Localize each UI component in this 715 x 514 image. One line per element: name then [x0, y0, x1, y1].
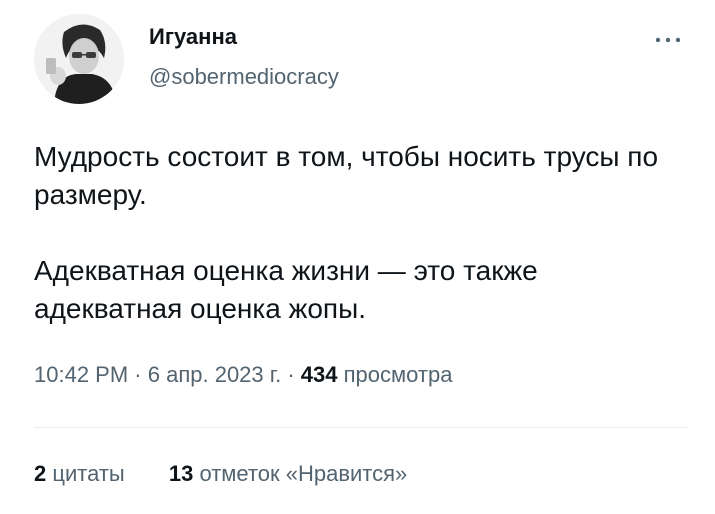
- likes-link[interactable]: 13 отметок «Нравится»: [169, 461, 407, 487]
- tweet-stats: 2 цитаты 13 отметок «Нравится»: [34, 461, 407, 487]
- tweet: Игуанна @sobermediocracy Мудрость состои…: [0, 0, 715, 514]
- tweet-time[interactable]: 10:42 PM: [34, 362, 128, 387]
- quotes-link[interactable]: 2 цитаты: [34, 461, 125, 487]
- tweet-paragraph: Мудрость состоит в том, чтобы носить тру…: [34, 141, 659, 210]
- likes-label: отметок «Нравится»: [199, 461, 408, 486]
- divider: [34, 427, 688, 428]
- display-name[interactable]: Игуанна: [149, 24, 237, 50]
- likes-count: 13: [168, 461, 194, 486]
- tweet-date[interactable]: 6 апр. 2023 г.: [148, 362, 281, 387]
- meta-separator: ·: [134, 362, 142, 387]
- more-horizontal-icon: [655, 37, 681, 43]
- views-label: просмотра: [343, 362, 453, 387]
- tweet-paragraph: Адекватная оценка жизни — это также адек…: [34, 255, 538, 324]
- meta-separator: ·: [287, 362, 295, 387]
- quotes-label: цитаты: [52, 461, 125, 486]
- quotes-count: 2: [34, 461, 47, 486]
- more-options-button[interactable]: [648, 26, 688, 54]
- tweet-meta: 10:42 PM · 6 апр. 2023 г. · 434 просмотр…: [34, 362, 452, 388]
- views-count: 434: [300, 362, 338, 387]
- tweet-text: Мудрость состоит в том, чтобы носить тру…: [34, 138, 684, 328]
- avatar-image: [34, 14, 124, 104]
- user-handle[interactable]: @sobermediocracy: [149, 64, 339, 90]
- avatar[interactable]: [34, 14, 124, 104]
